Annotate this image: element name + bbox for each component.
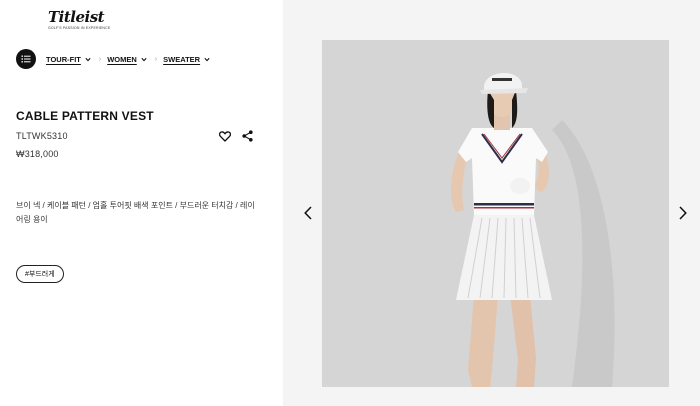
breadcrumb-item-women[interactable]: WOMEN (107, 55, 147, 64)
product-photo (322, 40, 669, 387)
breadcrumb-item-tour-fit[interactable]: TOUR-FIT (46, 55, 91, 64)
heart-icon (219, 130, 231, 142)
share-button[interactable] (240, 129, 254, 143)
product-sku: TLTWK5310 (16, 131, 68, 141)
product-info-panel: Titleist GOLF'S PASSION IN EXPERIENCE TO… (0, 0, 283, 406)
breadcrumb-label[interactable]: SWEATER (163, 55, 200, 64)
model-photo-illustration (322, 40, 669, 387)
share-icon (241, 130, 253, 142)
brand-tagline: GOLF'S PASSION IN EXPERIENCE (48, 26, 111, 30)
breadcrumb-item-sweater[interactable]: SWEATER (163, 55, 210, 64)
product-description: 브이 넥 / 케이블 패턴 / 엄홀 투어핏 배색 포인트 / 부드러운 터치감… (16, 201, 255, 224)
breadcrumb-separator: › (154, 55, 158, 63)
chevron-right-icon (679, 206, 687, 220)
chevron-down-icon[interactable] (85, 57, 91, 62)
breadcrumb: TOUR-FIT › WOMEN › SWEATER (46, 52, 210, 66)
chevron-down-icon[interactable] (141, 57, 147, 62)
breadcrumb-label[interactable]: WOMEN (107, 55, 137, 64)
product-title: CABLE PATTERN VEST (16, 109, 154, 123)
chevron-left-icon (304, 206, 312, 220)
breadcrumb-label[interactable]: TOUR-FIT (46, 55, 81, 64)
category-menu-button[interactable] (16, 49, 36, 69)
chevron-down-icon[interactable] (204, 57, 210, 62)
brand-logo-word: Titleist (48, 8, 105, 26)
list-icon (21, 55, 31, 63)
gallery-next-button[interactable] (676, 204, 690, 222)
wishlist-button[interactable] (218, 129, 232, 143)
hashtag-chip[interactable]: #부드러게 (16, 265, 64, 283)
breadcrumb-separator: › (98, 55, 102, 63)
product-price: ₩318,000 (16, 149, 59, 159)
gallery-prev-button[interactable] (301, 204, 315, 222)
brand-logo[interactable]: Titleist GOLF'S PASSION IN EXPERIENCE (48, 8, 111, 35)
